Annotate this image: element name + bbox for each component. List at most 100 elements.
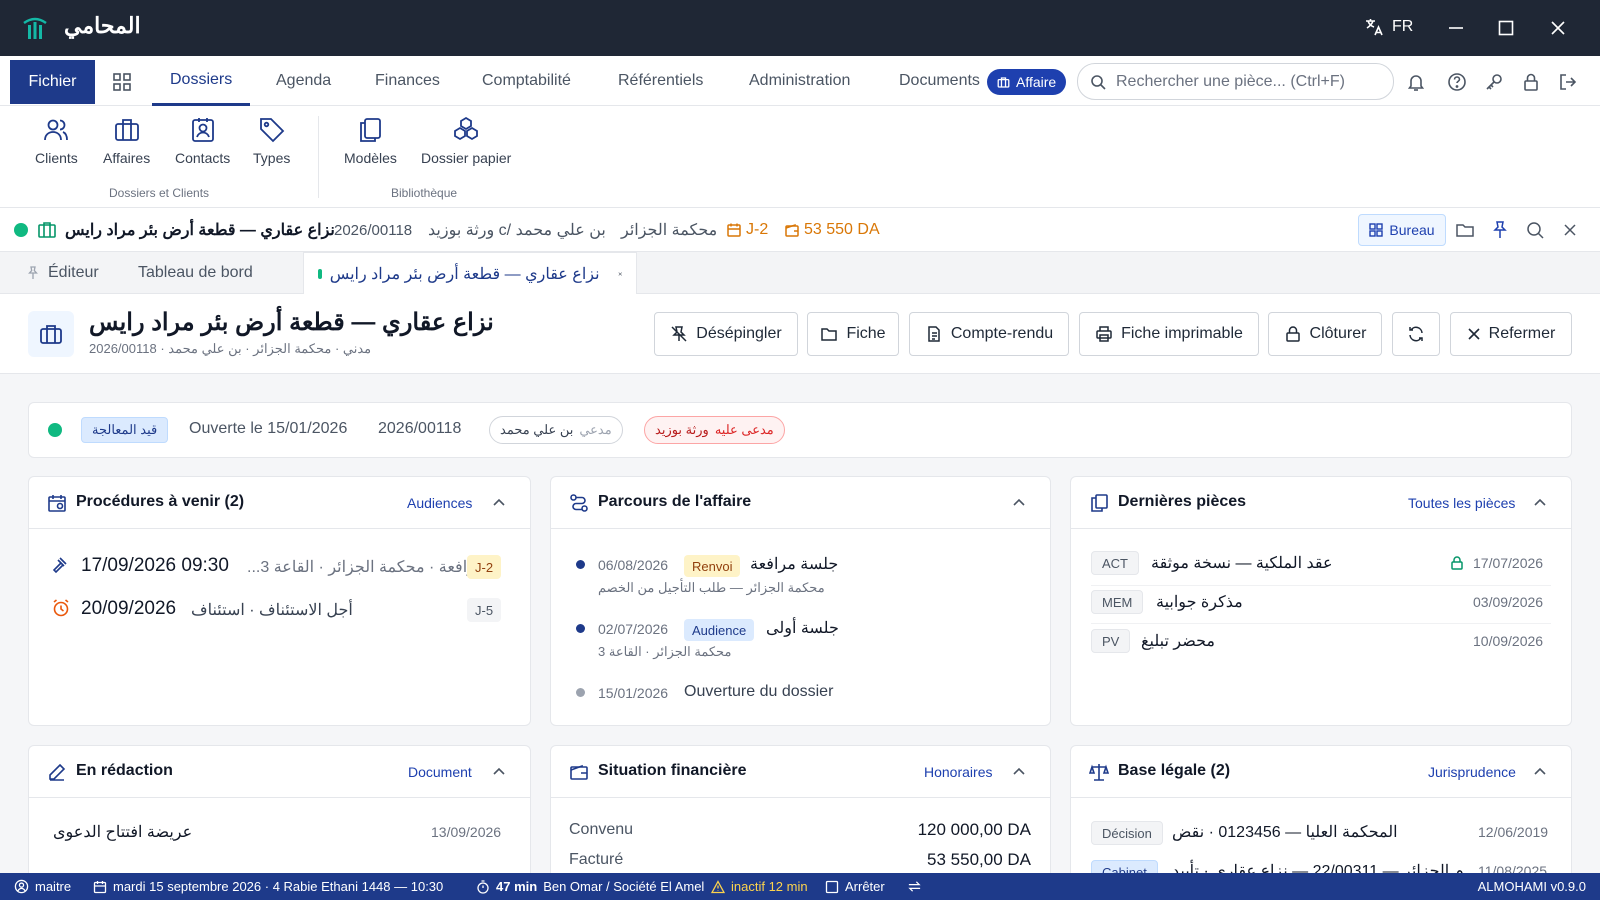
page-title: نزاع عقاري — قطعة أرض بئر مراد رايس	[89, 309, 494, 336]
key-icon[interactable]	[1484, 72, 1504, 92]
clients-button[interactable]: Clients	[35, 116, 78, 166]
search-box[interactable]	[1077, 63, 1394, 100]
bell-icon[interactable]	[1406, 72, 1426, 92]
plaintiff-pill[interactable]: بن علي محمد مدعي	[489, 416, 623, 444]
compte-rendu-button[interactable]: Compte-rendu	[909, 312, 1069, 356]
chevron-up-icon[interactable]	[1011, 495, 1027, 511]
lock-icon	[1451, 556, 1463, 570]
doc-name[interactable]: عقد الملكية — نسخة موثقة	[1151, 553, 1333, 573]
refermer-button[interactable]: Refermer	[1450, 312, 1572, 356]
procedure-date[interactable]: 20/09/2026	[81, 598, 176, 620]
parcours-card: Parcours de l'affaire 06/08/2026 Renvoi …	[550, 476, 1051, 726]
search-input[interactable]	[1116, 72, 1376, 91]
tab-comptabilite[interactable]: Comptabilité	[482, 56, 571, 106]
tab-agenda[interactable]: Agenda	[276, 56, 331, 106]
chevron-up-icon[interactable]	[1532, 764, 1548, 780]
translate-icon	[1366, 19, 1383, 36]
calendar-icon	[48, 495, 66, 512]
affaires-button[interactable]: Affaires	[103, 116, 150, 166]
wallet-icon	[570, 764, 588, 780]
timeline-sub: محكمة الجزائر — طلب التأجيل من الخصم	[598, 580, 825, 595]
tab-dossiers[interactable]: Dossiers	[152, 56, 251, 106]
defendant-pill[interactable]: ورثة بوزيد مدعى عليه	[644, 416, 785, 444]
chevron-up-icon[interactable]	[1011, 764, 1027, 780]
fichier-button[interactable]: Fichier	[10, 60, 95, 104]
card-title: Dernières pièces	[1118, 493, 1247, 510]
audiences-link[interactable]: Audiences	[407, 495, 472, 511]
briefcase-icon	[28, 311, 74, 357]
doc-date: 10/09/2026	[1473, 633, 1544, 649]
timeline-title[interactable]: جلسة أولى	[766, 618, 839, 638]
doc-name[interactable]: محضر تبليغ	[1141, 631, 1215, 651]
jurisprudence-link[interactable]: Jurisprudence	[1428, 764, 1516, 780]
chevron-up-icon[interactable]	[491, 764, 507, 780]
close-icon[interactable]	[618, 268, 622, 280]
timer-indicator[interactable]: 47 min Ben Omar / Société El Amel	[476, 873, 704, 900]
minimize-button[interactable]	[1444, 16, 1468, 40]
apps-grid-icon[interactable]	[112, 72, 132, 92]
tab-finances[interactable]: Finances	[375, 56, 440, 106]
sync-icon	[908, 881, 921, 892]
tab-editeur-label: Éditeur	[48, 264, 99, 281]
honoraires-link[interactable]: Honoraires	[924, 764, 992, 780]
document-link[interactable]: Document	[408, 764, 472, 780]
modeles-button[interactable]: Modèles	[344, 116, 397, 166]
desepingler-label: Désépingler	[696, 325, 782, 342]
affaire-badge[interactable]: Affaire	[987, 69, 1067, 95]
stop-timer-button[interactable]: Arrêter	[825, 873, 885, 900]
fiche-button[interactable]: Fiche	[807, 312, 899, 356]
tab-active-case[interactable]: نزاع عقاري — قطعة أرض بئر مراد رايس	[303, 252, 637, 294]
close-icon[interactable]	[1560, 220, 1580, 240]
tab-referentiels[interactable]: Référentiels	[618, 56, 703, 106]
wallet-icon	[785, 223, 799, 237]
tab-editeur[interactable]: Éditeur	[26, 252, 99, 294]
doc-name[interactable]: مذكرة جوابية	[1156, 592, 1243, 612]
procedure-date[interactable]: 17/09/2026 09:30	[81, 555, 229, 577]
desepingler-button[interactable]: Désépingler	[654, 312, 798, 356]
timeline-date: 15/01/2026	[598, 685, 669, 701]
page-subtitle: 2026/00118 · مدني · محكمة الجزائر · بن ع…	[89, 341, 372, 356]
app-logo-icon	[23, 17, 47, 39]
briefcase-icon	[997, 76, 1010, 88]
types-button[interactable]: Types	[253, 116, 290, 166]
language-switch[interactable]: FR	[1364, 17, 1413, 37]
pin-icon[interactable]	[1490, 220, 1510, 240]
tab-administration[interactable]: Administration	[749, 56, 850, 106]
search-icon[interactable]	[1525, 220, 1545, 240]
draft-name[interactable]: عريضة افتتاح الدعوى	[53, 822, 192, 842]
maximize-button[interactable]	[1494, 16, 1518, 40]
contacts-button[interactable]: Contacts	[175, 116, 230, 166]
chevron-up-icon[interactable]	[491, 495, 507, 511]
help-icon[interactable]	[1447, 72, 1467, 92]
case-title[interactable]: نزاع عقاري — قطعة أرض بئر مراد رايس	[65, 208, 335, 252]
defendant-role: مدعى عليه	[714, 422, 774, 437]
sync-button[interactable]	[907, 873, 922, 900]
legal-reference[interactable]: المحكمة العليا — 0123456 · نقض	[1172, 822, 1398, 842]
tag-icon	[259, 118, 284, 143]
user-indicator[interactable]: maitre	[14, 873, 71, 900]
card-title: Situation financière	[598, 762, 747, 779]
stop-icon	[825, 880, 839, 893]
tab-documents[interactable]: Documents	[899, 56, 980, 106]
refresh-button[interactable]	[1392, 312, 1440, 356]
ribbon-toolbar: Clients Affaires Contacts Types Dossiers…	[0, 106, 1600, 208]
status-dot	[48, 423, 62, 437]
timeline-title[interactable]: جلسة مرافعة	[750, 554, 838, 574]
tab-tableau-de-bord[interactable]: Tableau de bord	[138, 252, 253, 294]
close-window-button[interactable]	[1546, 16, 1570, 40]
cloturer-button[interactable]: Clôturer	[1268, 312, 1382, 356]
lock-icon[interactable]	[1521, 72, 1541, 92]
timeline-title[interactable]: Ouverture du dossier	[684, 683, 833, 701]
dossier-papier-button[interactable]: Dossier papier	[421, 116, 511, 166]
toutes-pieces-link[interactable]: Toutes les pièces	[1408, 495, 1515, 511]
chevron-up-icon[interactable]	[1532, 495, 1548, 511]
fiche-imprimable-button[interactable]: Fiche imprimable	[1079, 312, 1259, 356]
refresh-icon	[1409, 326, 1423, 342]
folder-open-icon[interactable]	[1455, 220, 1475, 240]
opened-date: Ouverte le 15/01/2026	[189, 420, 348, 437]
bureau-button[interactable]: Bureau	[1358, 214, 1446, 246]
close-icon	[1551, 21, 1565, 35]
logout-icon[interactable]	[1558, 72, 1578, 92]
pin-off-icon	[671, 326, 687, 342]
ribbon-group-label: Dossiers et Clients	[109, 186, 210, 200]
